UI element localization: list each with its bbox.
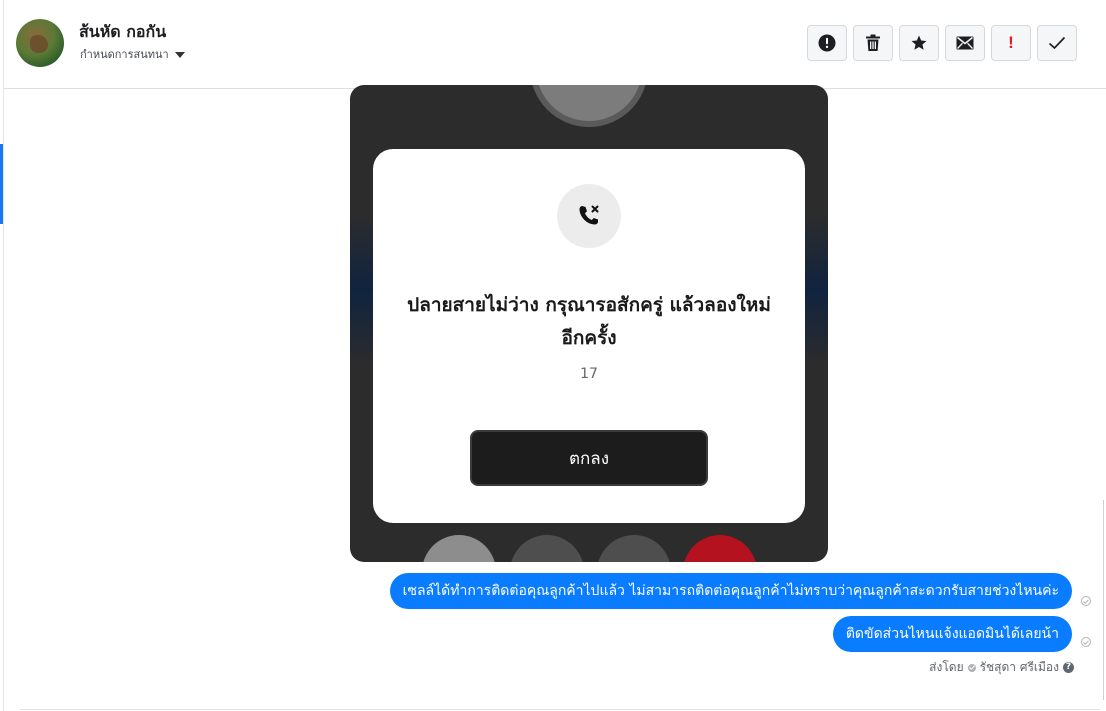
alert-circle-icon [818,34,836,52]
assign-label: กำหนดการสนทนา [80,48,169,61]
call-declined-icon-bg [557,184,621,248]
star-button[interactable] [899,25,939,61]
check-circle-icon [967,663,976,672]
active-indicator [0,144,3,224]
call-control-speaker [422,535,496,562]
star-icon [911,35,927,50]
exclamation-icon: ! [1008,33,1014,52]
call-control-mute [597,535,671,562]
done-button[interactable] [1037,25,1077,61]
image-attachment[interactable]: ปลายสายไม่ว่าง กรุณารอสักครู่ แล้วลองใหม… [350,85,828,562]
mark-unread-button[interactable] [945,25,985,61]
conversation-header: ส้นหัด กอกัน กำหนดการสนทนา ! [4,0,1106,89]
sent-by-label: ส่งโดย [929,660,964,674]
message-bubble[interactable]: เซลล์ได้ทำการติดต่อคุณลูกค้าไปแล้ว ไม่สา… [389,573,1072,609]
avatar[interactable] [16,19,64,67]
image-edge-glow [802,215,828,365]
trash-icon [866,34,880,51]
delete-button[interactable] [853,25,893,61]
seen-check-icon [1081,637,1091,647]
dialog-title: ปลายสายไม่ว่าง กรุณารอสักครู่ แล้วลองใหม… [385,289,793,355]
message-bubble[interactable]: ติดขัดส่วนไหนแจ้งแอดมินได้เลยน้า [832,616,1072,652]
phone-declined-icon [579,205,599,225]
call-control-end [683,535,757,562]
caller-avatar-circle [536,85,642,121]
report-button[interactable] [807,25,847,61]
envelope-icon [956,36,974,50]
contact-name[interactable]: ส้นหัด กอกัน [79,20,166,45]
assign-conversation-dropdown[interactable]: กำหนดการสนทนา [80,45,185,63]
check-icon [1048,36,1066,50]
dialog-title-line-1: ปลายสายไม่ว่าง กรุณารอสักครู่ แล้วลองใหม… [407,294,771,316]
dialog-number: 17 [580,366,598,382]
dialog-ok-button: ตกลง [470,430,708,486]
seen-check-icon [1081,596,1091,606]
sent-by-agent[interactable]: รัชสุดา ศรีเมือง [980,658,1059,677]
important-button[interactable]: ! [991,25,1031,61]
message-thread: ปลายสายไม่ว่าง กรุณารอสักครู่ แล้วลองใหม… [4,85,1106,711]
header-actions: ! [807,25,1077,61]
caret-down-icon [174,51,185,58]
call-failed-dialog: ปลายสายไม่ว่าง กรุณารอสักครู่ แล้วลองใหม… [373,149,805,523]
sent-by-info: ส่งโดย รัชสุดา ศรีเมือง ? [929,658,1074,677]
call-control-keypad [510,535,584,562]
help-icon[interactable]: ? [1063,662,1074,673]
dialog-title-line-2: อีกครั้ง [561,327,617,349]
